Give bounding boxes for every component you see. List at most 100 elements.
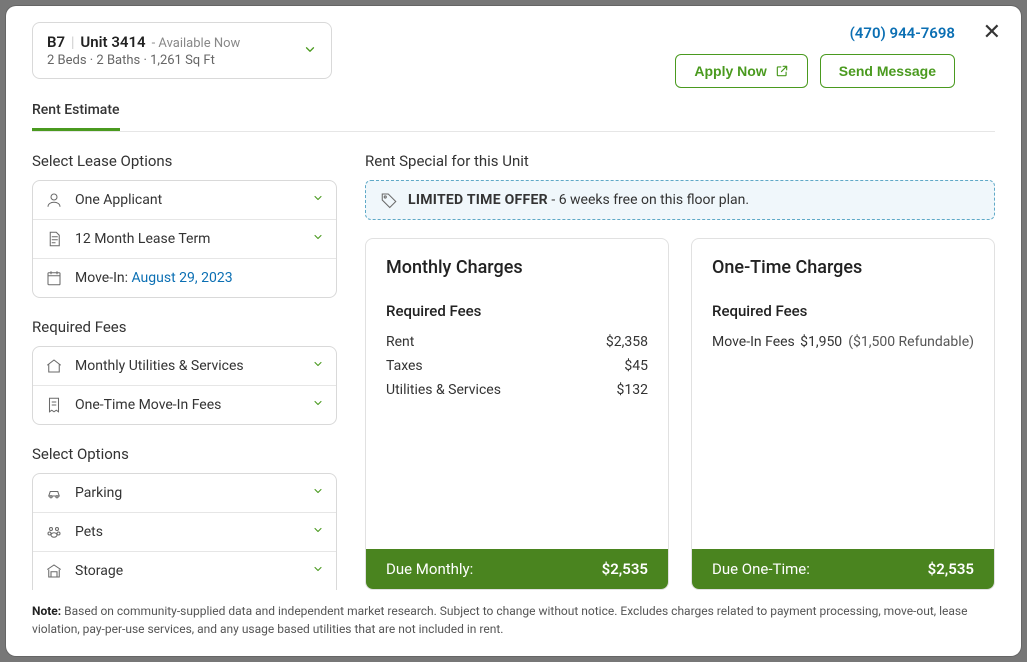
select-options-title: Select Options bbox=[32, 445, 337, 463]
note-prefix: Note: bbox=[32, 604, 61, 618]
taxes-label: Taxes bbox=[386, 358, 423, 374]
required-fees-panel: Monthly Utilities & Services One-Time Mo… bbox=[32, 346, 337, 425]
apply-label: Apply Now bbox=[694, 63, 766, 79]
charges-cards: Monthly Charges Required Fees Rent $2,35… bbox=[365, 238, 995, 590]
monthly-footer: Due Monthly: $2,535 bbox=[366, 549, 668, 589]
rent-line: Rent $2,358 bbox=[386, 330, 648, 354]
due-monthly-label: Due Monthly: bbox=[386, 560, 473, 578]
paw-icon bbox=[45, 523, 63, 541]
movein-fees-expander[interactable]: One-Time Move-In Fees bbox=[33, 385, 336, 424]
chevron-down-icon bbox=[312, 563, 324, 579]
header-right: (470) 944-7698 Apply Now Send Message bbox=[675, 24, 955, 88]
rent-estimate-modal: ✕ B7 | Unit 3414 - Available Now 2 Beds … bbox=[6, 6, 1021, 656]
chevron-down-icon bbox=[312, 192, 324, 208]
movein-fees-value: $1,950 ($1,500 Refundable) bbox=[800, 334, 974, 350]
car-icon bbox=[45, 484, 63, 502]
calendar-icon bbox=[45, 269, 63, 287]
person-icon bbox=[45, 191, 63, 209]
movein-date-selector[interactable]: Move-In: August 29, 2023 bbox=[33, 258, 336, 297]
send-message-button[interactable]: Send Message bbox=[820, 54, 955, 88]
movein-fees-line: Move-In Fees $1,950 ($1,500 Refundable) bbox=[712, 330, 974, 354]
footnote: Note: Based on community-supplied data a… bbox=[6, 590, 1021, 656]
divider: | bbox=[71, 33, 74, 51]
unit-selector[interactable]: B7 | Unit 3414 - Available Now 2 Beds · … bbox=[32, 22, 332, 79]
storage-label: Storage bbox=[75, 563, 123, 579]
rent-value: $2,358 bbox=[606, 334, 648, 350]
movein-fees-extra: ($1,500 Refundable) bbox=[848, 334, 974, 350]
offer-label: LIMITED TIME OFFER bbox=[408, 192, 548, 208]
onetime-card-body: One-Time Charges Required Fees Move-In F… bbox=[692, 239, 994, 549]
onetime-title: One-Time Charges bbox=[712, 257, 974, 278]
parking-expander[interactable]: Parking bbox=[33, 474, 336, 512]
pets-expander[interactable]: Pets bbox=[33, 512, 336, 551]
unit-name: Unit 3414 bbox=[80, 33, 145, 51]
note-body: Based on community-supplied data and ind… bbox=[32, 604, 967, 636]
lease-options-title: Select Lease Options bbox=[32, 152, 337, 170]
unit-title-row: B7 | Unit 3414 - Available Now bbox=[47, 33, 289, 51]
applicant-selector[interactable]: One Applicant bbox=[33, 181, 336, 219]
content: Select Lease Options One Applicant 12 Mo… bbox=[6, 132, 1021, 590]
utilities-value: $132 bbox=[617, 382, 648, 398]
movein-date: August 29, 2023 bbox=[132, 270, 233, 286]
monthly-charges-card: Monthly Charges Required Fees Rent $2,35… bbox=[365, 238, 669, 590]
lease-term-selector[interactable]: 12 Month Lease Term bbox=[33, 219, 336, 258]
due-monthly-value: $2,535 bbox=[602, 560, 648, 578]
utilities-label: Utilities & Services bbox=[386, 382, 501, 398]
header-top: B7 | Unit 3414 - Available Now 2 Beds · … bbox=[32, 22, 995, 88]
rent-special-title: Rent Special for this Unit bbox=[365, 152, 995, 170]
chevron-down-icon bbox=[312, 358, 324, 374]
chevron-down-icon bbox=[312, 231, 324, 247]
chevron-down-icon bbox=[312, 524, 324, 540]
onetime-charges-card: One-Time Charges Required Fees Move-In F… bbox=[691, 238, 995, 590]
chevron-down-icon bbox=[312, 397, 324, 413]
applicant-label: One Applicant bbox=[75, 192, 162, 208]
external-link-icon bbox=[775, 64, 789, 78]
monthly-card-body: Monthly Charges Required Fees Rent $2,35… bbox=[366, 239, 668, 549]
onetime-section-title: Required Fees bbox=[712, 302, 974, 320]
home-icon bbox=[45, 357, 63, 375]
chevron-down-icon bbox=[312, 485, 324, 501]
receipt-icon bbox=[45, 396, 63, 414]
lease-options-panel: One Applicant 12 Month Lease Term Move-I… bbox=[32, 180, 337, 298]
monthly-section-title: Required Fees bbox=[386, 302, 648, 320]
lease-term-label: 12 Month Lease Term bbox=[75, 231, 210, 247]
taxes-line: Taxes $45 bbox=[386, 354, 648, 378]
utilities-expander[interactable]: Monthly Utilities & Services bbox=[33, 347, 336, 385]
movein-label: Move-In: August 29, 2023 bbox=[75, 270, 233, 286]
required-fees-title: Required Fees bbox=[32, 318, 337, 336]
phone-number[interactable]: (470) 944-7698 bbox=[850, 24, 955, 42]
cta-row: Apply Now Send Message bbox=[675, 54, 955, 88]
rent-special-banner: LIMITED TIME OFFER - 6 weeks free on thi… bbox=[365, 180, 995, 220]
utilities-line: Utilities & Services $132 bbox=[386, 378, 648, 402]
message-label: Send Message bbox=[839, 63, 936, 79]
movein-fees-label: Move-In Fees bbox=[712, 334, 795, 350]
sidebar: Select Lease Options One Applicant 12 Mo… bbox=[32, 152, 337, 590]
parking-label: Parking bbox=[75, 485, 122, 501]
movein-fees-label: One-Time Move-In Fees bbox=[75, 397, 221, 413]
utilities-label: Monthly Utilities & Services bbox=[75, 358, 244, 374]
offer-text: LIMITED TIME OFFER - 6 weeks free on thi… bbox=[408, 192, 749, 208]
onetime-footer: Due One-Time: $2,535 bbox=[692, 549, 994, 589]
main-area: Rent Special for this Unit LIMITED TIME … bbox=[365, 152, 995, 590]
unit-availability: - Available Now bbox=[152, 36, 241, 51]
apply-now-button[interactable]: Apply Now bbox=[675, 54, 807, 88]
due-onetime-label: Due One-Time: bbox=[712, 560, 810, 578]
monthly-title: Monthly Charges bbox=[386, 257, 648, 278]
document-icon bbox=[45, 230, 63, 248]
modal-header: B7 | Unit 3414 - Available Now 2 Beds · … bbox=[6, 6, 1021, 132]
offer-body: - 6 weeks free on this floor plan. bbox=[548, 192, 749, 208]
pets-label: Pets bbox=[75, 524, 103, 540]
rent-label: Rent bbox=[386, 334, 414, 350]
garage-icon bbox=[45, 562, 63, 580]
unit-meta: 2 Beds · 2 Baths · 1,261 Sq Ft bbox=[47, 53, 289, 68]
unit-plan: B7 bbox=[47, 33, 65, 51]
movein-fees-amount: $1,950 bbox=[800, 334, 842, 350]
due-onetime-value: $2,535 bbox=[928, 560, 974, 578]
tag-icon bbox=[380, 191, 398, 209]
tab-rent-estimate[interactable]: Rent Estimate bbox=[32, 102, 120, 131]
storage-expander[interactable]: Storage bbox=[33, 551, 336, 590]
taxes-value: $45 bbox=[624, 358, 648, 374]
chevron-down-icon bbox=[303, 41, 317, 60]
tab-row: Rent Estimate bbox=[32, 102, 995, 132]
movein-prefix: Move-In: bbox=[75, 270, 132, 286]
